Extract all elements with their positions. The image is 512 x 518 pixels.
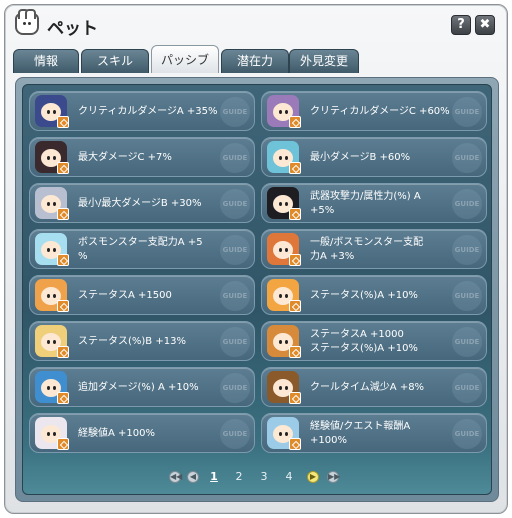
guide-icon[interactable]: GUIDE [452, 97, 482, 127]
passive-card[interactable]: クールタイム減少A +8% GUIDE [261, 367, 487, 407]
passive-card[interactable]: ステータス(%)A +10% GUIDE [261, 275, 487, 315]
lock-icon [57, 346, 69, 358]
passive-line-2: ステータス(%)A +10% [310, 343, 418, 354]
lock-icon [57, 438, 69, 450]
pet-window-icon [15, 9, 39, 35]
passive-card[interactable]: 最小/最大ダメージB +30% GUIDE [29, 183, 255, 223]
prev-page-icon[interactable]: ◀ [187, 471, 199, 483]
guide-icon[interactable]: GUIDE [220, 97, 250, 127]
lock-icon [289, 300, 301, 312]
lock-icon [289, 254, 301, 266]
lock-icon [57, 300, 69, 312]
passive-card[interactable]: クリティカルダメージA +35% GUIDE [29, 91, 255, 131]
passive-panel: クリティカルダメージA +35% GUIDE クリティカルダメージC +60% … [15, 77, 499, 502]
passive-line-1: クールタイム減少A +8% [310, 382, 425, 393]
passive-list: クリティカルダメージA +35% GUIDE クリティカルダメージC +60% … [22, 84, 492, 495]
window-title: ペット [47, 19, 98, 39]
passive-line-1: ボスモンスター支配力A +5 [78, 237, 203, 248]
guide-icon[interactable]: GUIDE [452, 419, 482, 449]
passive-card[interactable]: 経験値/クエスト報酬A +100% GUIDE [261, 413, 487, 453]
passive-line-1: ステータス(%)B +13% [78, 336, 186, 347]
pagination: ◀◀ ◀ 1 2 3 4 ▶ ▶▶ [5, 468, 509, 486]
page-3[interactable]: 3 [257, 468, 271, 486]
passive-line-2: +100% [310, 435, 347, 446]
lock-icon [57, 254, 69, 266]
last-page-icon[interactable]: ▶▶ [327, 471, 340, 483]
page-1[interactable]: 1 [207, 468, 221, 486]
page-4[interactable]: 4 [282, 468, 296, 486]
passive-card[interactable]: ステータス(%)B +13% GUIDE [29, 321, 255, 361]
passive-line-1: 経験値A +100% [78, 428, 155, 439]
lock-icon [289, 116, 301, 128]
passive-card[interactable]: 追加ダメージ(%) A +10% GUIDE [29, 367, 255, 407]
passive-card[interactable]: ステータスA +1000 ステータス(%)A +10% GUIDE [261, 321, 487, 361]
passive-line-1: クリティカルダメージA +35% [78, 106, 218, 117]
lock-icon [289, 208, 301, 220]
passive-line-1: 一般/ボスモンスター支配 [310, 237, 424, 248]
guide-icon[interactable]: GUIDE [220, 235, 250, 265]
lock-icon [289, 438, 301, 450]
guide-icon[interactable]: GUIDE [220, 189, 250, 219]
tab-skill[interactable]: スキル [81, 49, 149, 73]
guide-icon[interactable]: GUIDE [220, 419, 250, 449]
tab-passive[interactable]: パッシブ [151, 45, 219, 73]
passive-line-1: 最大ダメージC +7% [78, 152, 172, 163]
first-page-icon[interactable]: ◀◀ [169, 471, 182, 483]
lock-icon [57, 208, 69, 220]
guide-icon[interactable]: GUIDE [452, 235, 482, 265]
tab-potential[interactable]: 潜在力 [221, 49, 289, 73]
guide-icon[interactable]: GUIDE [220, 143, 250, 173]
lock-icon [289, 392, 301, 404]
lock-icon [289, 346, 301, 358]
guide-icon[interactable]: GUIDE [452, 281, 482, 311]
passive-card[interactable]: ステータスA +1500 GUIDE [29, 275, 255, 315]
passive-card[interactable]: クリティカルダメージC +60% GUIDE [261, 91, 487, 131]
passive-card[interactable]: 最小ダメージB +60% GUIDE [261, 137, 487, 177]
help-button[interactable]: ? [451, 15, 471, 35]
guide-icon[interactable]: GUIDE [220, 327, 250, 357]
title-bar[interactable]: ペット ? ✖ [5, 5, 507, 43]
passive-line-2: 力A +3% [310, 251, 355, 262]
passive-line-2: % [78, 251, 88, 262]
tab-appearance[interactable]: 外見変更 [289, 49, 359, 73]
passive-line-1: 追加ダメージ(%) A +10% [78, 382, 199, 393]
passive-line-1: 武器攻撃力/属性力(%) A [310, 191, 421, 202]
passive-line-1: 最小/最大ダメージB +30% [78, 198, 202, 209]
tab-info[interactable]: 情報 [13, 49, 79, 73]
pet-window: ペット ? ✖ 情報 スキル パッシブ 潜在力 外見変更 クリティカルダメージA… [4, 4, 508, 514]
passive-line-2: +5% [310, 205, 335, 216]
passive-line-1: ステータスA +1500 [78, 290, 172, 301]
passive-line-1: ステータスA +1000 [310, 329, 404, 340]
lock-icon [57, 162, 69, 174]
close-button[interactable]: ✖ [475, 15, 495, 35]
passive-card[interactable]: 武器攻撃力/属性力(%) A +5% GUIDE [261, 183, 487, 223]
passive-card[interactable]: 最大ダメージC +7% GUIDE [29, 137, 255, 177]
passive-line-1: 経験値/クエスト報酬A [310, 421, 411, 432]
passive-card[interactable]: 一般/ボスモンスター支配 力A +3% GUIDE [261, 229, 487, 269]
lock-icon [289, 162, 301, 174]
guide-icon[interactable]: GUIDE [452, 327, 482, 357]
guide-icon[interactable]: GUIDE [452, 189, 482, 219]
lock-icon [57, 116, 69, 128]
next-page-icon[interactable]: ▶ [307, 471, 319, 483]
passive-line-1: 最小ダメージB +60% [310, 152, 411, 163]
page-2[interactable]: 2 [232, 468, 246, 486]
passive-card[interactable]: ボスモンスター支配力A +5% GUIDE [29, 229, 255, 269]
passive-line-1: クリティカルダメージC +60% [310, 106, 450, 117]
guide-icon[interactable]: GUIDE [452, 373, 482, 403]
passive-card[interactable]: 経験値A +100% GUIDE [29, 413, 255, 453]
passive-line-1: ステータス(%)A +10% [310, 290, 418, 301]
guide-icon[interactable]: GUIDE [220, 373, 250, 403]
lock-icon [57, 392, 69, 404]
guide-icon[interactable]: GUIDE [452, 143, 482, 173]
guide-icon[interactable]: GUIDE [220, 281, 250, 311]
